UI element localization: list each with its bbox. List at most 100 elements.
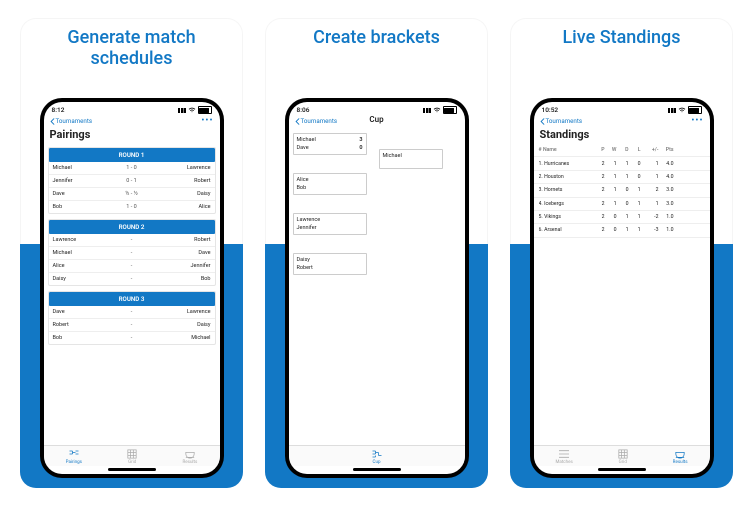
chevron-left-icon (540, 118, 545, 125)
score: 1 - 0 (117, 165, 147, 171)
player-right: Bob (147, 276, 211, 282)
score: - (117, 335, 147, 341)
phone-frame: 8:06 Tournaments Cup Michael (285, 98, 469, 478)
status-bar: 10:52 (534, 102, 710, 115)
match-row[interactable]: Dave½ - ½Daisy (49, 188, 215, 201)
player-right: Daisy (147, 322, 211, 328)
tab-grid[interactable]: Grid (126, 449, 138, 465)
player-left: Alice (53, 263, 117, 269)
match-row[interactable]: Robert-Daisy (49, 319, 215, 332)
back-button[interactable]: Tournaments (295, 117, 338, 125)
standings-row[interactable]: 1. Hurricanes211014.0 (534, 157, 710, 170)
match-row[interactable]: Bob1 - 0Alice (49, 201, 215, 213)
round-header: ROUND 3 (49, 292, 215, 306)
score: ½ - ½ (117, 191, 147, 197)
standings-row[interactable]: 5. Vikings2011-21.0 (534, 211, 710, 224)
caption: Live Standings (510, 18, 733, 74)
score: - (117, 309, 147, 315)
score: - (117, 322, 147, 328)
nav-bar: Tournaments ••• (534, 115, 710, 127)
round-block: ROUND 2Lawrence-RobertMichael-DaveAlice-… (48, 219, 216, 286)
score: - (117, 263, 147, 269)
player-left: Michael (53, 250, 117, 256)
more-button[interactable]: ••• (691, 118, 703, 124)
match-row[interactable]: Jennifer0 - 1Robert (49, 175, 215, 188)
signal-icon (668, 108, 676, 113)
signal-icon (178, 108, 186, 113)
score: 1 - 0 (117, 204, 147, 210)
player-left: Jennifer (53, 178, 117, 184)
standings-body: # Name P W D L +/- Pts 1. Hurricanes2110… (534, 144, 710, 445)
bracket-slot-r2[interactable]: Michael (379, 149, 443, 169)
grid-icon (617, 449, 629, 459)
player-left: Dave (53, 309, 117, 315)
tab-results[interactable]: Results (182, 449, 197, 465)
bracket-slot[interactable]: LawrenceJennifer (293, 213, 367, 235)
wifi-icon (433, 107, 441, 113)
tab-grid[interactable]: Grid (617, 449, 629, 465)
pairings-icon (68, 449, 80, 459)
match-row[interactable]: Lawrence-Robert (49, 234, 215, 247)
battery-icon (198, 106, 212, 114)
page-title: Standings (534, 127, 710, 144)
status-time: 8:12 (52, 106, 65, 114)
round-header: ROUND 2 (49, 220, 215, 234)
round-block: ROUND 1Michael1 - 0LawrenceJennifer0 - 1… (48, 147, 216, 214)
status-time: 8:06 (297, 106, 310, 114)
match-row[interactable]: Michael-Dave (49, 247, 215, 260)
status-bar: 8:12 (44, 102, 220, 115)
battery-icon (688, 106, 702, 114)
tab-bar: Matches Grid Results (534, 445, 710, 466)
results-icon (674, 449, 686, 459)
player-left: Lawrence (53, 237, 117, 243)
standings-header: # Name P W D L +/- Pts (534, 144, 710, 157)
bracket-slot[interactable]: Michael3Dave0 (293, 133, 367, 155)
more-button[interactable]: ••• (201, 118, 213, 124)
home-indicator (598, 468, 646, 471)
player-right: Robert (147, 237, 211, 243)
player-left: Bob (53, 335, 117, 341)
tab-cup[interactable]: Cup (371, 449, 383, 465)
back-label: Tournaments (546, 117, 583, 125)
standings-row[interactable]: 6. Arsenal2011-31.0 (534, 224, 710, 237)
match-row[interactable]: Dave-Lawrence (49, 306, 215, 319)
standings-row[interactable]: 3. Hornets210123.0 (534, 184, 710, 197)
promo-panel-pairings: Generate match schedules 8:12 Tournament… (20, 18, 243, 488)
wifi-icon (188, 107, 196, 113)
player-right: Lawrence (147, 165, 211, 171)
round-header: ROUND 1 (49, 148, 215, 162)
match-row[interactable]: Daisy-Bob (49, 273, 215, 285)
tab-pairings[interactable]: Pairings (66, 449, 82, 465)
player-right: Lawrence (147, 309, 211, 315)
score: 0 - 1 (117, 178, 147, 184)
phone-frame: 8:12 Tournaments ••• Pairings ROUND 1Mic… (40, 98, 224, 478)
grid-icon (126, 449, 138, 459)
player-right: Dave (147, 250, 211, 256)
back-button[interactable]: Tournaments (540, 117, 583, 125)
chevron-left-icon (295, 118, 300, 125)
player-right: Alice (147, 204, 211, 210)
bracket-slot[interactable]: AliceBob (293, 173, 367, 195)
standings-row[interactable]: 4. Icebergs210113.0 (534, 198, 710, 211)
back-label: Tournaments (56, 117, 93, 125)
back-label: Tournaments (301, 117, 338, 125)
tab-results[interactable]: Results (673, 449, 688, 465)
caption: Create brackets (265, 18, 488, 74)
pairings-body: ROUND 1Michael1 - 0LawrenceJennifer0 - 1… (44, 144, 220, 445)
battery-icon (443, 106, 457, 114)
back-button[interactable]: Tournaments (50, 117, 93, 125)
standings-row[interactable]: 2. Houston211014.0 (534, 171, 710, 184)
score: - (117, 250, 147, 256)
bracket-slot[interactable]: DaisyRobert (293, 253, 367, 275)
score: - (117, 237, 147, 243)
match-row[interactable]: Bob-Michael (49, 332, 215, 344)
tab-matches[interactable]: Matches (555, 449, 572, 465)
match-row[interactable]: Michael1 - 0Lawrence (49, 162, 215, 175)
score: - (117, 276, 147, 282)
tab-bar: Pairings Grid Results (44, 445, 220, 466)
status-bar: 8:06 (289, 102, 465, 115)
match-row[interactable]: Alice-Jennifer (49, 260, 215, 273)
nav-bar: Tournaments ••• (44, 115, 220, 127)
promo-panel-standings: Live Standings 10:52 Tournaments ••• Sta… (510, 18, 733, 488)
results-icon (184, 449, 196, 459)
